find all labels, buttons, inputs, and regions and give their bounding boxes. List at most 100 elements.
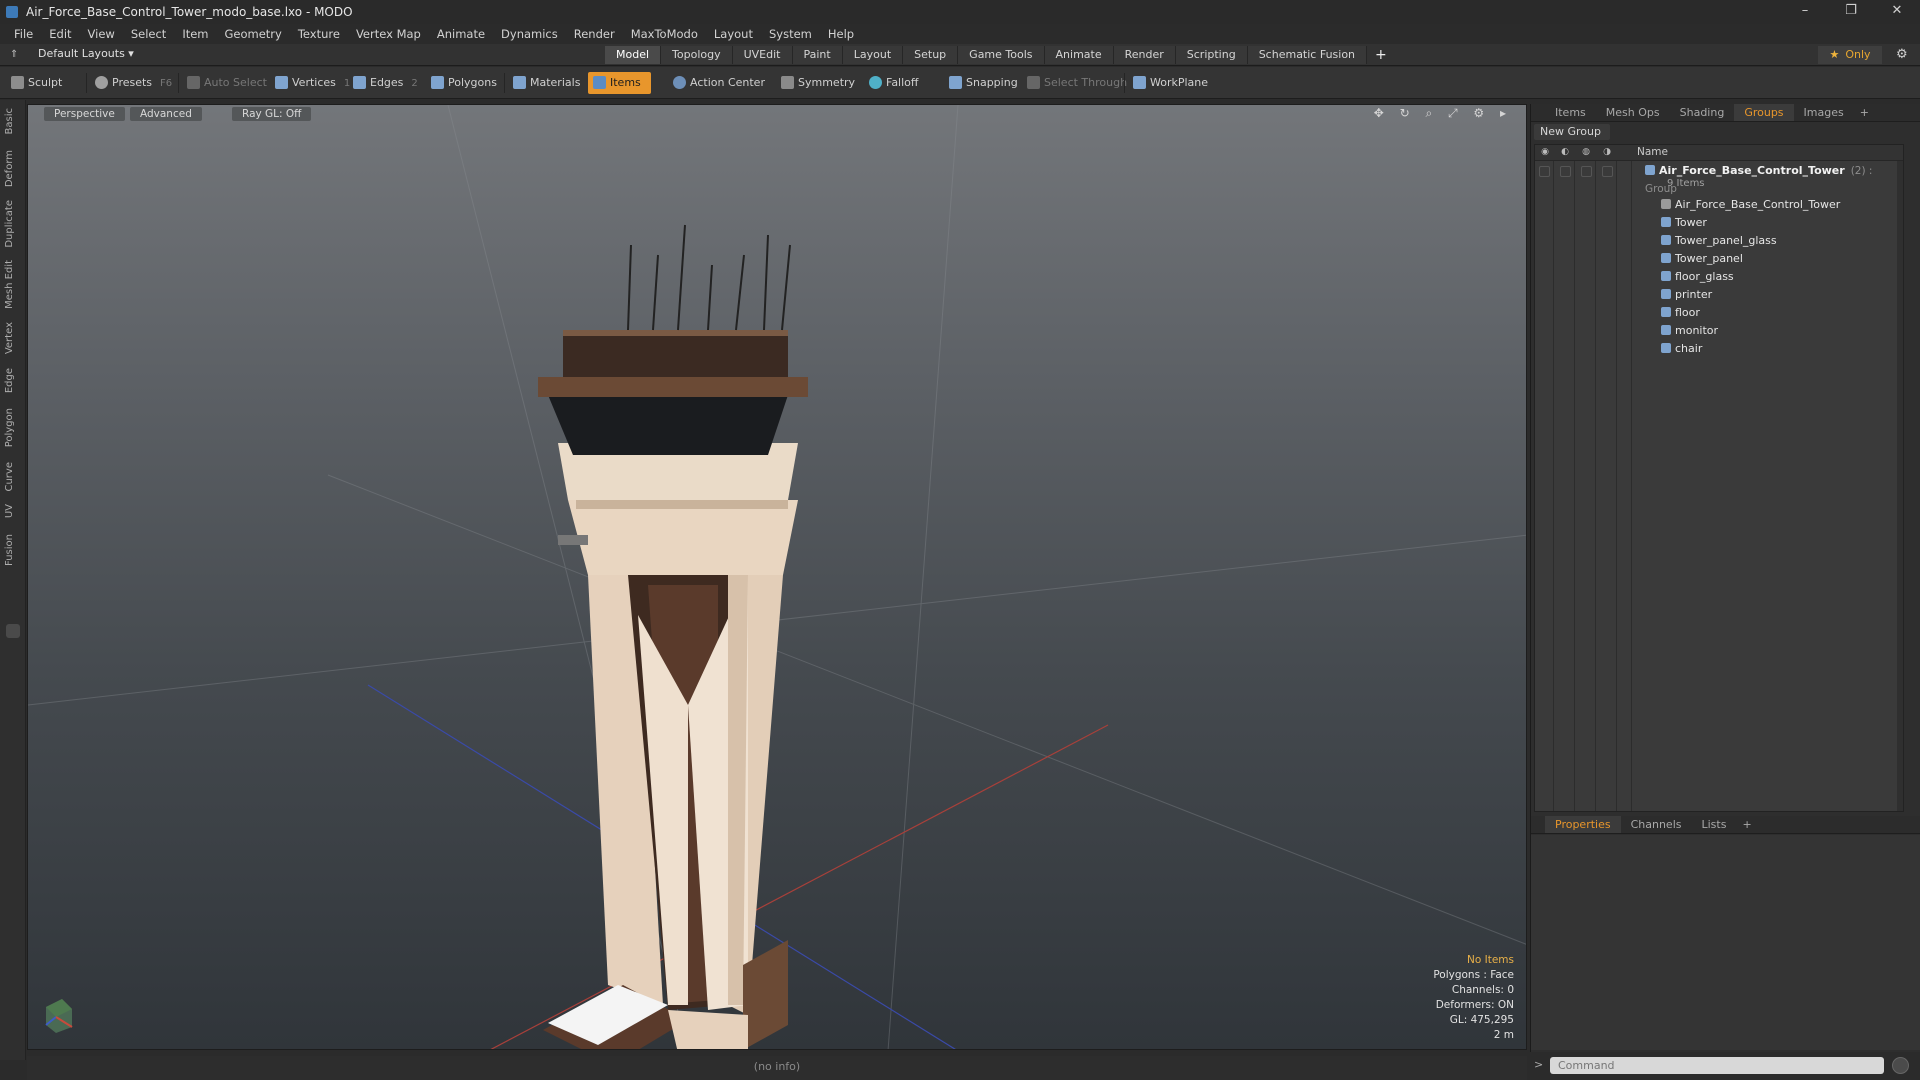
list-item[interactable]: floor_glass xyxy=(1535,268,1903,286)
lock-icon[interactable]: ◍ xyxy=(1580,147,1592,159)
vtab-curve[interactable]: Curve xyxy=(4,462,21,492)
render-icon[interactable]: ◐ xyxy=(1559,147,1571,159)
gear-icon[interactable]: ⚙ xyxy=(1896,47,1908,62)
close-icon[interactable]: ✕ xyxy=(1874,0,1920,24)
minimize-icon[interactable]: – xyxy=(1782,0,1828,24)
menu-dynamics[interactable]: Dynamics xyxy=(493,27,566,41)
add-properties-tab-button[interactable]: + xyxy=(1736,816,1757,833)
tab-items[interactable]: Items xyxy=(1545,104,1596,121)
layout-arrows-icon[interactable]: ⇑ xyxy=(10,49,18,60)
sculpt-button[interactable]: Sculpt xyxy=(6,72,62,94)
vtab-deform[interactable]: Deform xyxy=(4,150,21,187)
add-tab-button[interactable]: + xyxy=(1367,46,1395,64)
tab-setup[interactable]: Setup xyxy=(903,46,959,64)
vtab-fusion[interactable]: Fusion xyxy=(4,534,21,566)
list-item[interactable]: printer xyxy=(1535,286,1903,304)
new-group-button[interactable]: New Group xyxy=(1534,124,1610,140)
falloff-button[interactable]: Falloff xyxy=(864,72,918,94)
3d-viewport[interactable]: Perspective Advanced Ray GL: Off ✥ ↻ ⌕ ⤢… xyxy=(27,104,1527,1050)
toggle-panel-button[interactable] xyxy=(6,624,20,638)
viewport-nav-icons[interactable]: ✥ ↻ ⌕ ⤢ ⚙ ▸ xyxy=(1374,106,1512,121)
group-row[interactable]: Air_Force_Base_Control_Tower (2) : Group xyxy=(1535,162,1903,195)
command-history-button[interactable] xyxy=(1892,1057,1909,1074)
menu-texture[interactable]: Texture xyxy=(290,27,348,41)
menu-system[interactable]: System xyxy=(761,27,820,41)
only-button[interactable]: ★ Only xyxy=(1818,46,1882,64)
tab-groups[interactable]: Groups xyxy=(1734,104,1794,121)
menu-item[interactable]: Item xyxy=(174,27,216,41)
tab-animate[interactable]: Animate xyxy=(1044,46,1114,64)
vtab-polygon[interactable]: Polygon xyxy=(4,408,21,447)
menu-animate[interactable]: Animate xyxy=(429,27,493,41)
tab-lists[interactable]: Lists xyxy=(1692,816,1737,833)
view-perspective-dropdown[interactable]: Perspective xyxy=(44,107,125,121)
menu-render[interactable]: Render xyxy=(566,27,623,41)
list-item[interactable]: Tower_panel_glass xyxy=(1535,232,1903,250)
symmetry-button[interactable]: Symmetry xyxy=(776,72,855,94)
edges-button[interactable]: Edges 2 xyxy=(348,72,418,94)
tab-properties[interactable]: Properties xyxy=(1545,816,1621,833)
add-panel-tab-button[interactable]: + xyxy=(1854,104,1875,121)
list-item[interactable]: monitor xyxy=(1535,322,1903,340)
vtab-duplicate[interactable]: Duplicate xyxy=(4,200,21,248)
auto-select-button[interactable]: Auto Select xyxy=(182,72,267,94)
group-select-toggle[interactable] xyxy=(1602,166,1613,177)
polygons-button[interactable]: Polygons xyxy=(426,72,497,94)
tab-images[interactable]: Images xyxy=(1794,104,1854,121)
workplane-button[interactable]: WorkPlane xyxy=(1128,72,1208,94)
tab-model[interactable]: Model xyxy=(605,46,662,64)
tab-channels[interactable]: Channels xyxy=(1621,816,1692,833)
materials-button[interactable]: Materials xyxy=(508,72,580,94)
select-through-button[interactable]: Select Through xyxy=(1022,72,1127,94)
action-center-button[interactable]: Action Center xyxy=(668,72,765,94)
list-item[interactable]: Air_Force_Base_Control_Tower xyxy=(1535,196,1903,214)
antenna-array xyxy=(627,224,791,331)
list-item[interactable]: floor xyxy=(1535,304,1903,322)
menu-help[interactable]: Help xyxy=(820,27,862,41)
shading-advanced-dropdown[interactable]: Advanced xyxy=(130,107,202,121)
select-icon[interactable]: ◑ xyxy=(1601,147,1613,159)
tab-topology[interactable]: Topology xyxy=(661,46,733,64)
menu-geometry[interactable]: Geometry xyxy=(217,27,290,41)
list-item[interactable]: Tower xyxy=(1535,214,1903,232)
groups-scrollbar[interactable] xyxy=(1897,161,1903,811)
tab-paint[interactable]: Paint xyxy=(792,46,843,64)
group-visibility-toggle[interactable] xyxy=(1539,166,1550,177)
tab-uvedit[interactable]: UVEdit xyxy=(732,46,793,64)
visibility-eye-icon[interactable]: ◉ xyxy=(1539,147,1551,159)
items-button[interactable]: Items xyxy=(588,72,651,94)
tab-layout[interactable]: Layout xyxy=(842,46,904,64)
menu-maxtomodo[interactable]: MaxToModo xyxy=(623,27,706,41)
menu-select[interactable]: Select xyxy=(123,27,174,41)
default-layouts-dropdown[interactable]: Default Layouts ▾ xyxy=(38,47,134,60)
presets-button[interactable]: Presets F6 xyxy=(90,72,172,94)
groups-list-header: ◉ ◐ ◍ ◑ Name xyxy=(1535,145,1903,161)
menu-file[interactable]: File xyxy=(6,27,41,41)
list-item[interactable]: Tower_panel xyxy=(1535,250,1903,268)
menu-view[interactable]: View xyxy=(80,27,123,41)
menu-vertex-map[interactable]: Vertex Map xyxy=(348,27,429,41)
mesh-icon xyxy=(1661,235,1671,245)
vtab-basic[interactable]: Basic xyxy=(4,108,21,134)
maximize-icon[interactable]: ❐ xyxy=(1828,0,1874,24)
snapping-button[interactable]: Snapping xyxy=(944,72,1018,94)
vtab-edge[interactable]: Edge xyxy=(4,368,21,393)
menu-layout[interactable]: Layout xyxy=(706,27,761,41)
viewport-header: Perspective Advanced Ray GL: Off ✥ ↻ ⌕ ⤢… xyxy=(28,105,1526,123)
tab-render[interactable]: Render xyxy=(1113,46,1176,64)
tab-schematic-fusion[interactable]: Schematic Fusion xyxy=(1247,46,1368,64)
vtab-vertex[interactable]: Vertex xyxy=(4,322,21,354)
vtab-mesh-edit[interactable]: Mesh Edit xyxy=(4,260,21,309)
tab-shading[interactable]: Shading xyxy=(1670,104,1735,121)
list-item[interactable]: chair xyxy=(1535,340,1903,358)
tab-game-tools[interactable]: Game Tools xyxy=(958,46,1045,64)
vtab-uv[interactable]: UV xyxy=(4,504,21,518)
group-render-toggle[interactable] xyxy=(1560,166,1571,177)
group-lock-toggle[interactable] xyxy=(1581,166,1592,177)
tab-scripting[interactable]: Scripting xyxy=(1175,46,1248,64)
menu-edit[interactable]: Edit xyxy=(41,27,79,41)
vertices-button[interactable]: Vertices 1 xyxy=(270,72,350,94)
tab-mesh-ops[interactable]: Mesh Ops xyxy=(1596,104,1670,121)
command-input[interactable]: Command xyxy=(1550,1057,1884,1074)
raygl-toggle[interactable]: Ray GL: Off xyxy=(232,107,312,121)
